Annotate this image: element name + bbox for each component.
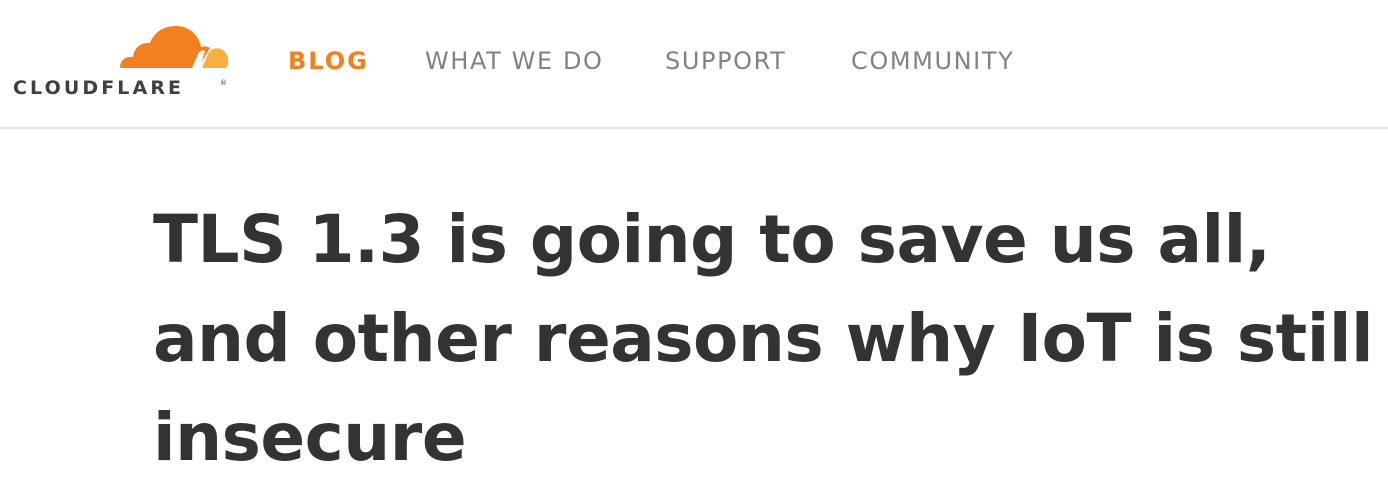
nav-blog[interactable]: BLOG [288,46,369,76]
cloud-logo-icon [116,26,230,74]
nav-support[interactable]: SUPPORT [665,46,786,76]
article-title: TLS 1.3 is going to save us all, and oth… [153,201,1374,476]
nav-community[interactable]: COMMUNITY [851,46,1014,76]
site-header: CLOUDFLARE ® BLOG WHAT WE DO SUPPORT COM… [0,0,1388,129]
logo-wordmark: CLOUDFLARE [13,77,185,99]
cloudflare-logo[interactable]: CLOUDFLARE ® [12,24,230,100]
nav-what-we-do[interactable]: WHAT WE DO [425,46,604,76]
registered-mark: ® [220,79,227,87]
